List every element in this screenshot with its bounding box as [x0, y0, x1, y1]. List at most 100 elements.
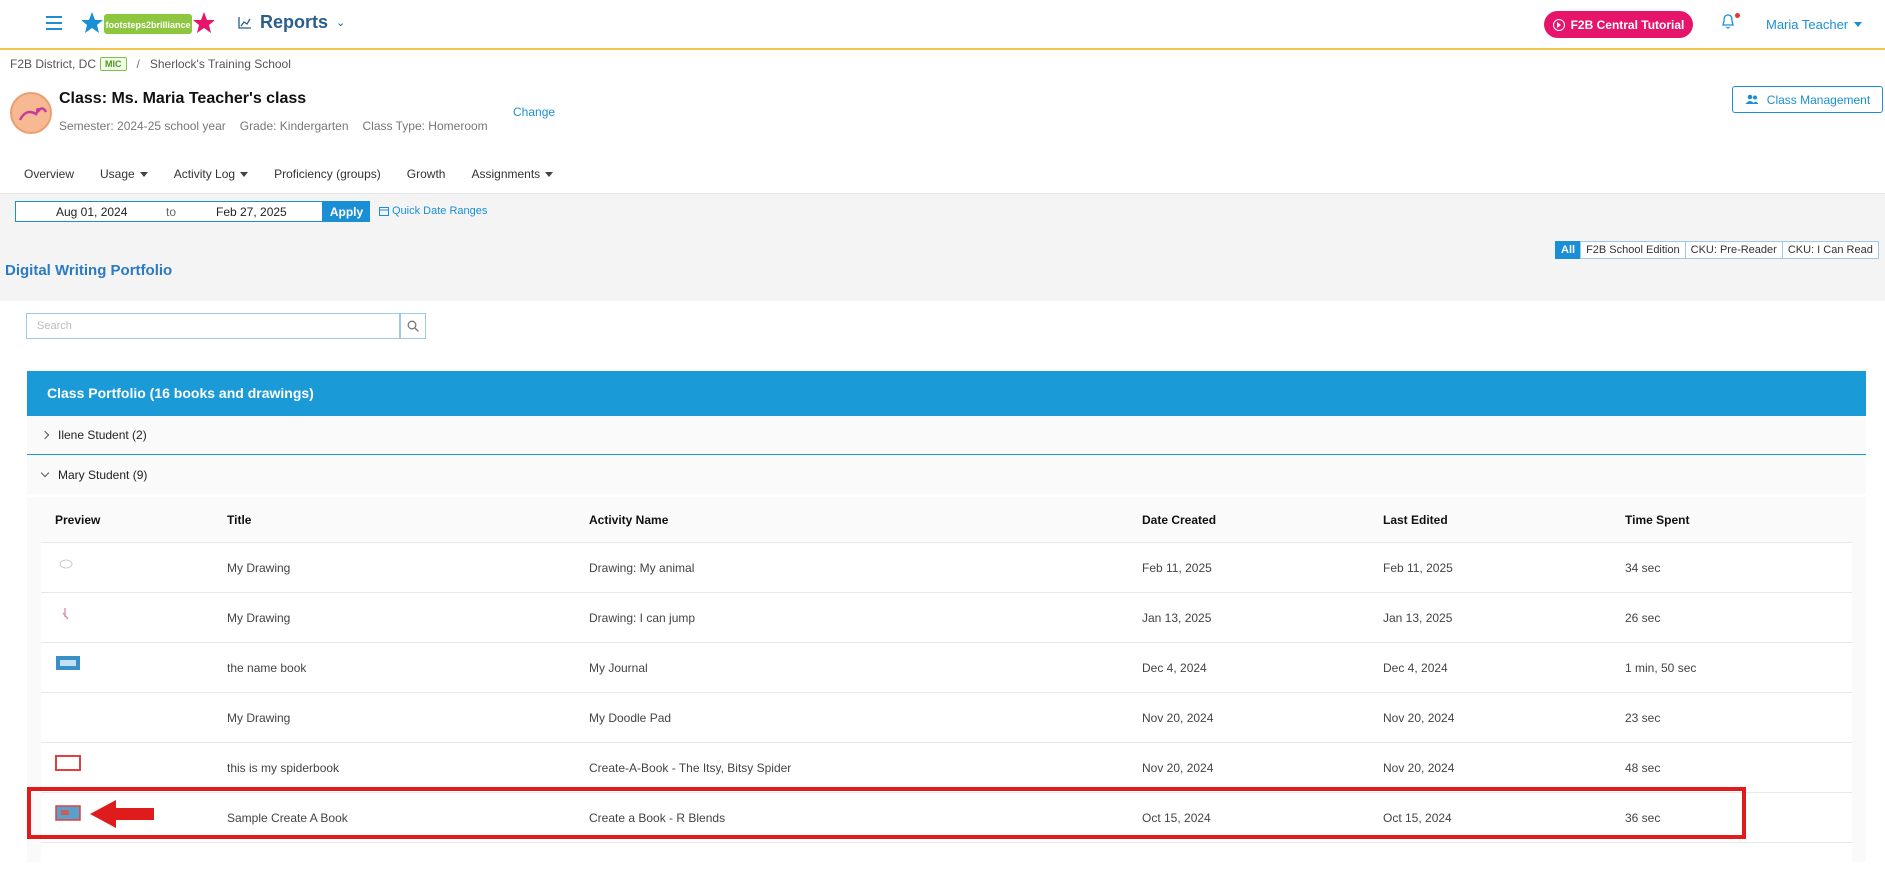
date-range-picker[interactable]: Aug 01, 2024 to Feb 27, 2025 [15, 201, 323, 222]
table-row[interactable]: My Drawing Drawing: My animal Feb 11, 20… [41, 542, 1852, 592]
student-row-ilene[interactable]: Ilene Student (2) [27, 416, 1866, 455]
row-edited: Dec 4, 2024 [1383, 661, 1448, 675]
tutorial-label: F2B Central Tutorial [1570, 17, 1685, 32]
row-edited: Nov 20, 2024 [1383, 711, 1455, 725]
breadcrumb-district[interactable]: F2B District, DC [10, 57, 96, 71]
user-name: Maria Teacher [1766, 17, 1849, 32]
tab-growth-label: Growth [406, 167, 446, 181]
tab-assignments[interactable]: Assignments [471, 167, 554, 181]
start-date[interactable]: Aug 01, 2024 [56, 205, 127, 219]
notification-bell-icon[interactable] [1721, 13, 1740, 32]
caret-down-icon [139, 171, 148, 177]
filter-cku-i-can-read[interactable]: CKU: I Can Read [1781, 241, 1879, 259]
table-row[interactable]: Sample Create A Book Create a Book - R B… [41, 792, 1852, 842]
end-date[interactable]: Feb 27, 2025 [216, 205, 287, 219]
chevron-right-icon [40, 430, 50, 440]
book-thumbnail[interactable] [55, 755, 81, 771]
class-avatar [10, 92, 52, 134]
class-title: Class: Ms. Maria Teacher's class [59, 90, 307, 107]
row-created: Dec 4, 2024 [1142, 661, 1207, 675]
table-row[interactable]: the name book My Journal Dec 4, 2024 Dec… [41, 642, 1852, 692]
col-time-spent: Time Spent [1625, 513, 1690, 527]
table-row[interactable]: My Drawing My Doodle Pad Nov 20, 2024 No… [41, 692, 1852, 742]
col-title: Title [227, 513, 252, 527]
row-created: Jan 13, 2025 [1142, 611, 1212, 625]
red-arrow-icon [90, 800, 154, 828]
search-button[interactable] [400, 313, 426, 339]
col-preview: Preview [55, 513, 101, 527]
breadcrumb-school[interactable]: Sherlock's Training School [150, 57, 291, 71]
row-activity: My Doodle Pad [589, 711, 672, 725]
reports-menu[interactable]: Reports ⌄ [238, 12, 345, 33]
tab-usage[interactable]: Usage [100, 167, 148, 181]
notification-dot [1735, 13, 1740, 18]
table-row[interactable]: My Drawing Drawing: I can jump Jan 13, 2… [41, 592, 1852, 642]
row-time: 26 sec [1625, 611, 1661, 625]
mic-badge: MIC [100, 57, 127, 71]
table-row[interactable]: this is my spiderbook Create-A-Book - Th… [41, 742, 1852, 792]
row-time: 1 min, 50 sec [1625, 661, 1697, 675]
play-icon [1552, 18, 1565, 31]
book-thumbnail[interactable] [55, 655, 81, 671]
footsteps2brilliance-logo[interactable]: footsteps2brilliance [82, 10, 214, 38]
quick-date-ranges-link[interactable]: Quick Date Ranges [379, 205, 487, 217]
apply-button[interactable]: Apply [323, 201, 370, 222]
edition-filter: All F2B School Edition CKU: Pre-Reader C… [1555, 241, 1879, 259]
row-activity: My Journal [589, 661, 648, 675]
top-bar: footsteps2brilliance Reports ⌄ F2B Centr… [0, 0, 1885, 50]
section-title: Digital Writing Portfolio [5, 262, 173, 279]
row-title: My Drawing [227, 711, 291, 725]
class-type: Class Type: Homeroom [362, 119, 488, 133]
quick-date-ranges-label: Quick Date Ranges [392, 205, 488, 217]
col-activity: Activity Name [589, 513, 669, 527]
student-row-mary[interactable]: Mary Student (9) [27, 455, 1866, 494]
class-semester: Semester: 2024-25 school year [59, 119, 226, 133]
tab-growth[interactable]: Growth [407, 167, 446, 181]
menu-icon[interactable] [46, 16, 62, 30]
class-management-button[interactable]: Class Management [1732, 86, 1883, 113]
row-time: 36 sec [1625, 811, 1661, 825]
class-meta: Semester: 2024-25 school year Grade: Kin… [59, 119, 488, 133]
row-edited: Nov 20, 2024 [1383, 761, 1455, 775]
filter-cku-pre-reader[interactable]: CKU: Pre-Reader [1684, 241, 1783, 259]
class-management-label: Class Management [1766, 92, 1871, 107]
row-time: 23 sec [1625, 711, 1661, 725]
chevron-down-icon [40, 468, 50, 478]
reports-label: Reports [260, 12, 329, 32]
users-icon [1745, 94, 1759, 104]
f2b-tutorial-button[interactable]: F2B Central Tutorial [1544, 11, 1693, 38]
row-created: Feb 11, 2025 [1142, 561, 1212, 575]
col-date-created: Date Created [1142, 513, 1217, 527]
filter-f2b-school-edition[interactable]: F2B School Edition [1580, 241, 1686, 259]
filter-all[interactable]: All [1555, 241, 1582, 259]
row-created: Nov 20, 2024 [1142, 761, 1214, 775]
calendar-icon [379, 207, 389, 216]
row-created: Oct 15, 2024 [1142, 811, 1211, 825]
row-activity: Create-A-Book - The Itsy, Bitsy Spider [589, 761, 792, 775]
tab-assignments-label: Assignments [471, 167, 541, 181]
col-last-edited: Last Edited [1383, 513, 1448, 527]
tab-usage-label: Usage [100, 167, 135, 181]
row-activity: Drawing: I can jump [589, 611, 696, 625]
caret-down-icon [1854, 22, 1863, 27]
tab-activity-log[interactable]: Activity Log [174, 167, 249, 181]
row-time: 48 sec [1625, 761, 1661, 775]
drawing-thumbnail[interactable] [55, 555, 75, 571]
search-input[interactable]: Search [26, 313, 400, 339]
table-row[interactable] [41, 842, 1852, 892]
breadcrumb: F2B District, DC MIC / Sherlock's Traini… [10, 57, 291, 71]
row-activity: Drawing: My animal [589, 561, 695, 575]
change-class-link[interactable]: Change [513, 105, 555, 119]
svg-text:footsteps2brilliance: footsteps2brilliance [105, 20, 190, 30]
tab-overview[interactable]: Overview [24, 167, 74, 181]
portfolio-header: Class Portfolio (16 books and drawings) [27, 371, 1866, 416]
tab-proficiency-label: Proficiency (groups) [274, 167, 381, 181]
breadcrumb-separator: / [136, 57, 140, 71]
student-name: Mary Student (9) [58, 467, 148, 482]
tab-proficiency[interactable]: Proficiency (groups) [274, 167, 381, 181]
drawing-thumbnail[interactable] [55, 605, 75, 623]
user-menu[interactable]: Maria Teacher [1766, 17, 1863, 32]
row-title: My Drawing [227, 561, 291, 575]
book-thumbnail[interactable] [55, 805, 81, 821]
caret-down-icon [545, 171, 554, 177]
